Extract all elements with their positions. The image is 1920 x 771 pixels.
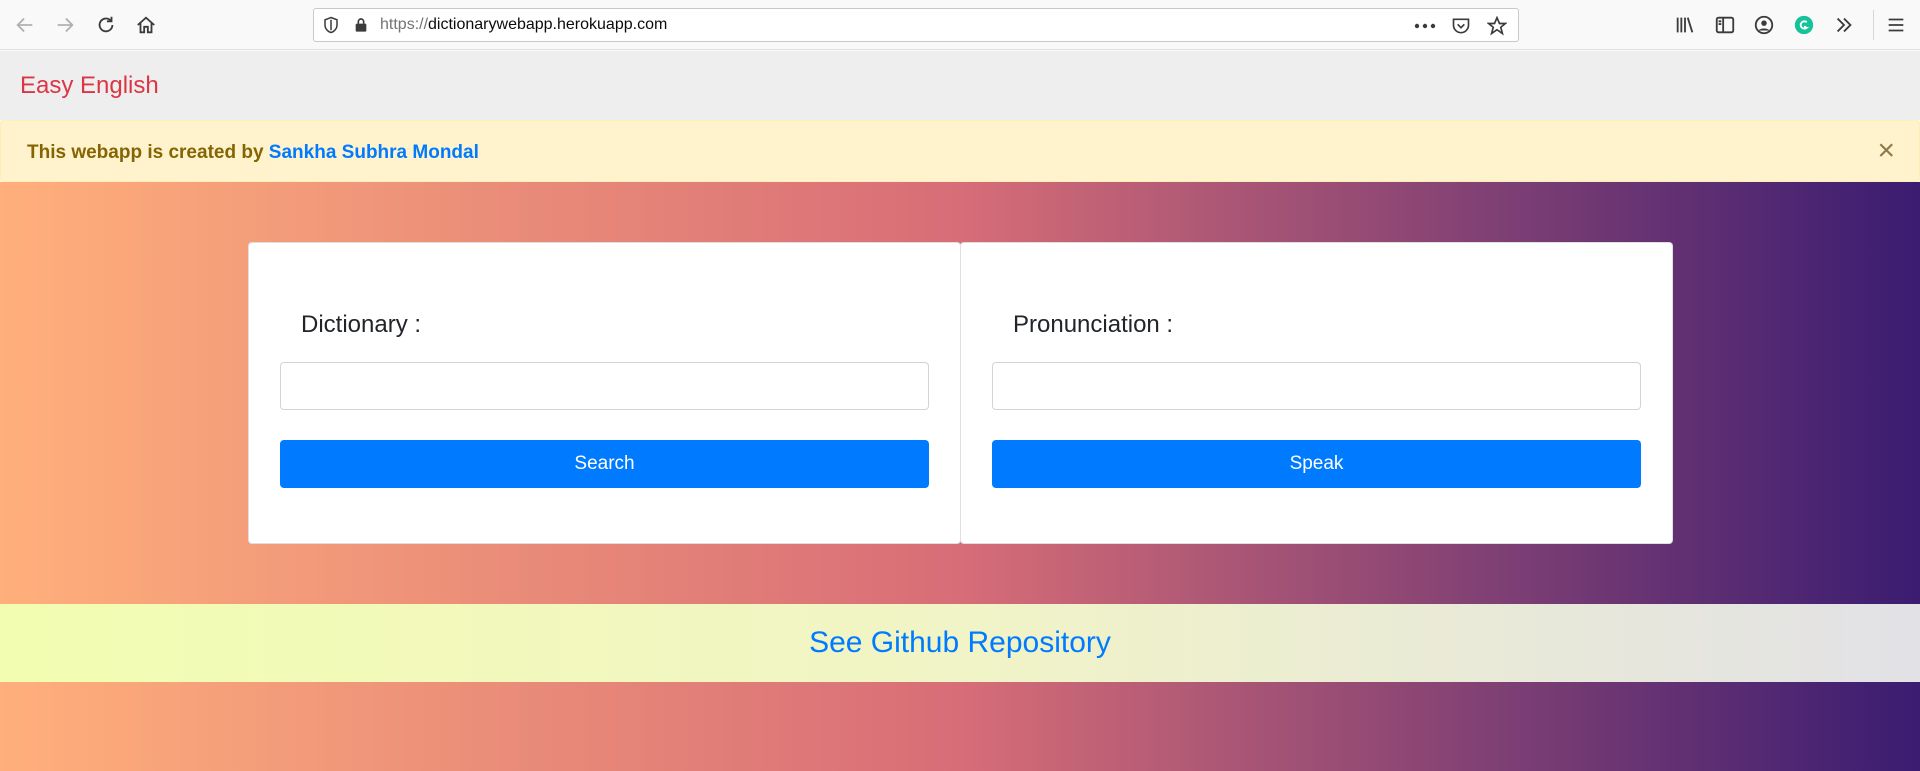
back-arrow-icon	[16, 17, 33, 33]
url-protocol: https://	[380, 16, 429, 33]
browser-toolbar: https://dictionarywebapp.herokuapp.com	[0, 0, 1920, 50]
forward-button[interactable]	[49, 9, 81, 41]
sidebar-button[interactable]	[1709, 9, 1741, 41]
library-button[interactable]	[1669, 9, 1701, 41]
home-button[interactable]	[130, 9, 162, 41]
menu-button[interactable]	[1880, 9, 1912, 41]
account-icon	[1754, 15, 1774, 35]
search-button[interactable]: Search	[280, 440, 929, 488]
url-host: dictionarywebapp.herokuapp.com	[428, 16, 668, 33]
reload-button[interactable]	[90, 9, 122, 41]
github-bar: See Github Repository	[0, 604, 1920, 682]
github-repository-link[interactable]: See Github Repository	[809, 626, 1111, 660]
pronunciation-input[interactable]	[992, 362, 1641, 410]
sidebar-icon	[1715, 16, 1735, 34]
lock-icon[interactable]	[350, 14, 372, 36]
grammarly-button[interactable]	[1788, 9, 1820, 41]
pocket-icon[interactable]	[1448, 14, 1474, 38]
creator-alert: This webapp is created by Sankha Subhra …	[0, 120, 1920, 182]
overflow-chevrons-icon	[1836, 17, 1852, 33]
speak-button[interactable]: Speak	[992, 440, 1641, 488]
library-icon	[1676, 17, 1694, 33]
app-navbar: Easy English	[0, 51, 1920, 120]
pronunciation-title: Pronunciation :	[1013, 311, 1174, 338]
star-bookmark-icon[interactable]	[1484, 14, 1510, 38]
hamburger-menu-icon	[1888, 18, 1904, 32]
url-text[interactable]: https://dictionarywebapp.herokuapp.com	[380, 16, 667, 34]
overflow-button[interactable]	[1828, 9, 1860, 41]
home-icon	[137, 16, 155, 34]
dictionary-card: Dictionary : Search	[248, 242, 961, 544]
alert-close-button[interactable]: ×	[1877, 133, 1895, 169]
dictionary-input[interactable]	[280, 362, 929, 410]
alert-message: This webapp is created by	[27, 142, 269, 163]
url-bar[interactable]: https://dictionarywebapp.herokuapp.com	[313, 8, 1519, 42]
more-actions-icon[interactable]	[1412, 14, 1438, 38]
toolbar-divider	[1873, 10, 1874, 40]
back-button[interactable]	[9, 9, 41, 41]
pronunciation-card: Pronunciation : Speak	[960, 242, 1673, 544]
forward-arrow-icon	[57, 17, 74, 33]
author-link[interactable]: Sankha Subhra Mondal	[269, 142, 479, 163]
brand-link[interactable]: Easy English	[20, 72, 159, 100]
main-section: Dictionary : Search Pronunciation : Spea…	[0, 182, 1920, 771]
reload-icon	[98, 16, 114, 33]
alert-text: This webapp is created by Sankha Subhra …	[27, 142, 479, 164]
tracking-protection-shield-icon[interactable]	[320, 14, 342, 36]
dictionary-title: Dictionary :	[301, 311, 422, 338]
account-button[interactable]	[1748, 9, 1780, 41]
grammarly-icon	[1794, 15, 1814, 35]
